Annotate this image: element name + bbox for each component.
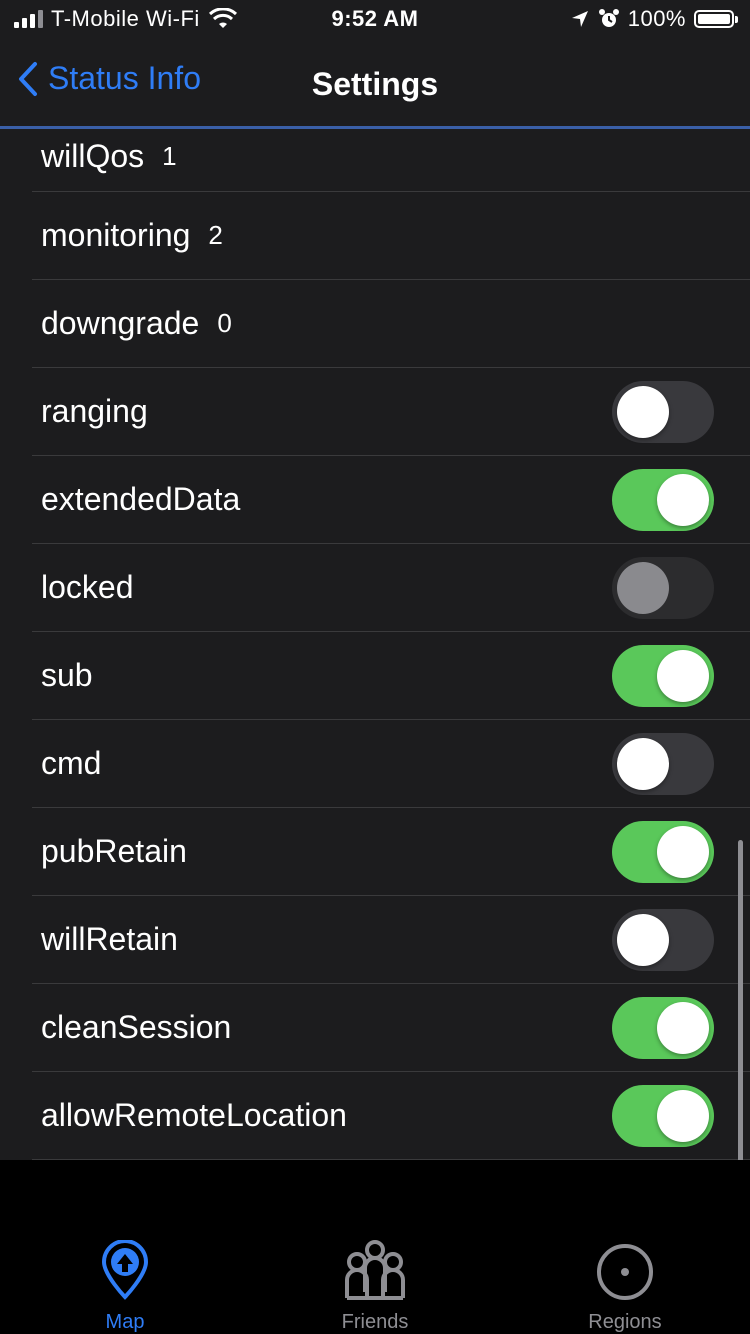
- setting-row-cleansession: cleanSession: [32, 984, 750, 1072]
- location-arrow-icon: [571, 11, 588, 27]
- cleansession-toggle[interactable]: [612, 996, 714, 1059]
- friends-icon: [345, 1240, 405, 1300]
- page-title: Settings: [311, 66, 439, 102]
- battery-icon: [694, 10, 738, 28]
- tab-label: Regions: [588, 1311, 662, 1333]
- setting-row-willretain: willRetain: [32, 896, 750, 984]
- status-left: T-Mobile Wi-Fi: [14, 6, 238, 32]
- setting-row-sub: sub: [32, 632, 750, 720]
- setting-label: willRetain: [41, 921, 178, 957]
- settings-list: willQos 1 monitoring 2 downgrade 0 rangi…: [0, 129, 750, 1160]
- pubretain-toggle[interactable]: [612, 820, 714, 883]
- setting-label: pubRetain: [41, 833, 187, 869]
- setting-row-downgrade: downgrade 0: [32, 280, 750, 368]
- setting-row-monitoring: monitoring 2: [32, 192, 750, 280]
- setting-label: willQos: [41, 137, 145, 174]
- tab-friends[interactable]: Friends: [250, 1240, 500, 1334]
- ranging-toggle[interactable]: [612, 380, 714, 443]
- regions-icon: [597, 1244, 653, 1300]
- setting-row-extendeddata: extendedData: [32, 456, 750, 544]
- setting-label: monitoring: [41, 217, 191, 253]
- alarm-icon: [598, 9, 619, 27]
- status-right: 100%: [570, 6, 738, 32]
- setting-label: locked: [41, 569, 134, 605]
- setting-row-pubretain: pubRetain: [32, 808, 750, 896]
- setting-row-allowremotelocation: allowRemoteLocation: [32, 1072, 750, 1160]
- cmd-toggle[interactable]: [612, 732, 714, 795]
- wifi-icon: [208, 8, 237, 28]
- tab-label: Friends: [341, 1311, 409, 1333]
- sub-toggle[interactable]: [612, 644, 714, 707]
- setting-label: cleanSession: [41, 1009, 232, 1045]
- setting-value: 1: [162, 140, 177, 171]
- status-bar: T-Mobile Wi-Fi 9:52 AM 100%: [0, 0, 750, 40]
- setting-label: extendedData: [41, 481, 241, 517]
- setting-label: allowRemoteLocation: [41, 1097, 347, 1133]
- setting-row-locked: locked: [32, 544, 750, 632]
- setting-value: 0: [217, 308, 232, 338]
- tab-regions[interactable]: Regions: [500, 1240, 750, 1334]
- setting-value: 2: [208, 220, 223, 250]
- battery-percent: 100%: [627, 6, 686, 31]
- extendeddata-toggle[interactable]: [612, 468, 714, 531]
- setting-row-ranging: ranging: [32, 368, 750, 456]
- setting-row-cmd: cmd: [32, 720, 750, 808]
- carrier-label: T-Mobile Wi-Fi: [51, 6, 200, 31]
- allowremotelocation-toggle[interactable]: [612, 1084, 714, 1147]
- navigation-bar: Status Info Settings: [0, 40, 750, 129]
- setting-label: cmd: [41, 745, 102, 781]
- willretain-toggle[interactable]: [612, 908, 714, 971]
- setting-label: downgrade: [41, 305, 200, 341]
- setting-label: ranging: [41, 393, 148, 429]
- locked-toggle[interactable]: [612, 556, 714, 619]
- map-pin-icon: [101, 1239, 149, 1300]
- setting-row-willqos: willQos 1: [32, 129, 750, 192]
- setting-label: sub: [41, 657, 93, 693]
- signal-icon: [14, 10, 43, 28]
- tab-bar: Map Friends Regions: [0, 1160, 750, 1334]
- tab-label: Map: [105, 1311, 145, 1333]
- tab-map[interactable]: Map: [0, 1239, 250, 1334]
